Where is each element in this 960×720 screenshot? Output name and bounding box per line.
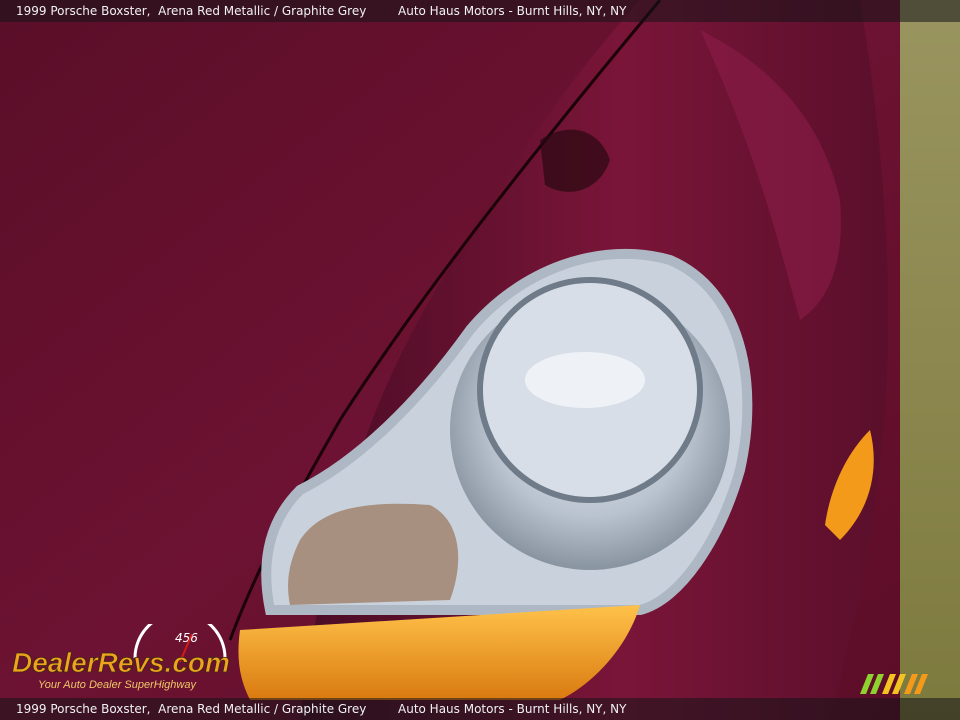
gauge-digits: 456 xyxy=(175,631,198,645)
dealer-name-bottom: Auto Haus Motors - Burnt Hills, NY, NY xyxy=(398,702,627,716)
caption-bar-bottom: 1999 Porsche Boxster, Arena Red Metallic… xyxy=(0,698,960,720)
headlight-reflector xyxy=(525,352,645,408)
logo-tagline: Your Auto Dealer SuperHighway xyxy=(38,679,197,691)
vehicle-title: 1999 Porsche Boxster, Arena Red Metallic… xyxy=(16,4,367,18)
dealer-name: Auto Haus Motors - Burnt Hills, NY, NY xyxy=(398,4,627,18)
vehicle-title-bottom: 1999 Porsche Boxster, Arena Red Metallic… xyxy=(16,702,367,716)
stripes-badge-icon xyxy=(860,674,928,694)
dealerrevs-logo[interactable]: 456 DealerRevs.com Your Auto Dealer Supe… xyxy=(10,624,270,694)
caption-bar-top: 1999 Porsche Boxster, Arena Red Metallic… xyxy=(0,0,960,22)
car-photo xyxy=(0,0,960,720)
logo-brand: DealerRevs.com xyxy=(12,647,230,678)
